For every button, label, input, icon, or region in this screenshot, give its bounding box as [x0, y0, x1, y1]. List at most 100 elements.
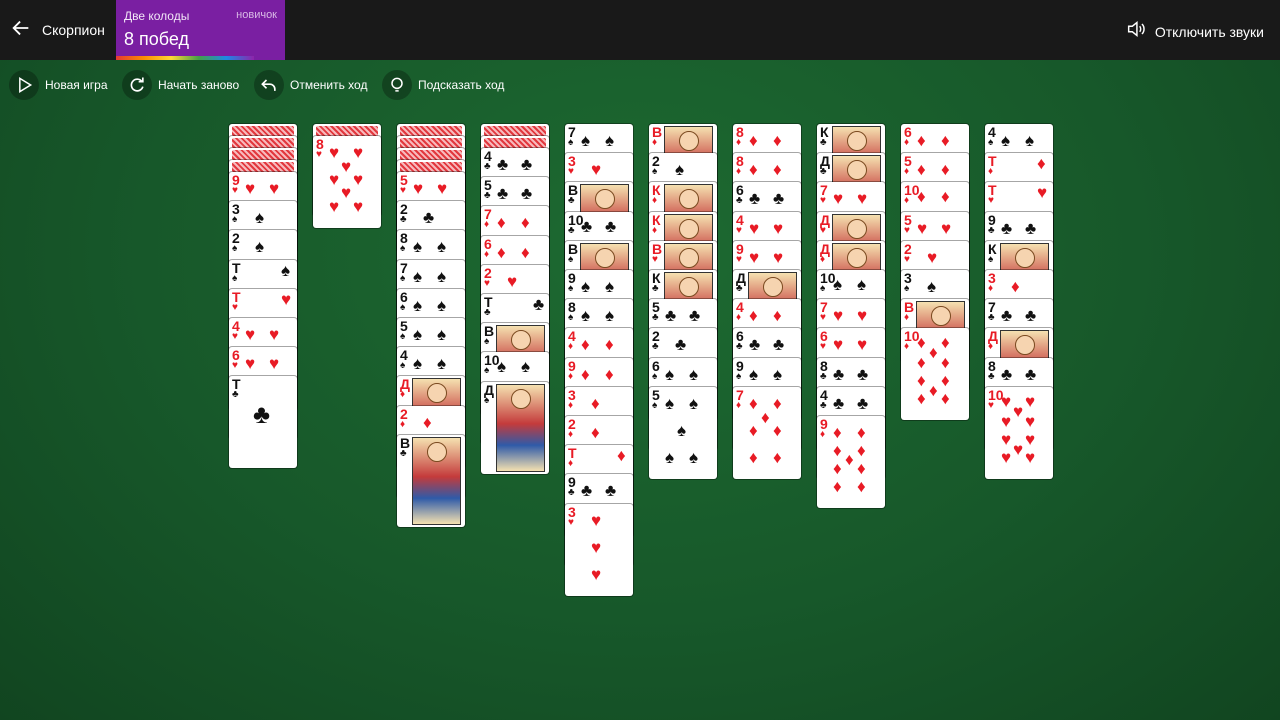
card-suit: ♣: [736, 341, 743, 353]
card-pip: ♦: [773, 131, 782, 150]
card-pip: ♠: [413, 354, 423, 374]
playing-card[interactable]: В ♣: [397, 434, 465, 527]
card-suit: ♥: [820, 341, 826, 353]
card-suit: ♦: [736, 312, 742, 324]
card-suit: ♦: [904, 312, 910, 324]
card-pip: ♥: [1001, 429, 1012, 449]
card-pip: ♦: [929, 381, 938, 401]
card-pip: ♦: [833, 423, 842, 442]
card-pip: ♥: [341, 183, 352, 202]
card-pip: ♦: [581, 364, 590, 384]
card-pip: ♥: [1013, 401, 1024, 421]
card-pip: ♦: [941, 131, 950, 150]
card-pip: ♥: [329, 197, 340, 216]
card-suit: ♠: [568, 137, 574, 148]
card-pip: ♦: [941, 187, 950, 207]
card-pip: ♦: [761, 407, 770, 427]
card-suit: ♥: [820, 195, 826, 207]
card-suit: ♠: [568, 312, 574, 324]
card-pip: ♦: [941, 371, 950, 391]
card-suit: ♠: [484, 365, 490, 377]
playing-card[interactable]: 10 ♦ ♦ ♦ ♦ ♦ ♦ ♦ ♦ ♦ ♦ ♦: [901, 328, 969, 421]
card-pip: ♠: [281, 260, 291, 280]
card-pip: ♠: [1001, 131, 1011, 150]
card-suit: ♦: [568, 429, 574, 440]
card-pip: ♣: [253, 399, 271, 430]
card-suit: ♥: [988, 195, 994, 207]
card-pip: ♣: [605, 216, 617, 236]
card-pip: ♣: [605, 481, 617, 501]
card-pip: ♦: [605, 335, 614, 355]
card-pip: ♥: [1037, 183, 1048, 203]
card-suit: ♥: [736, 253, 742, 265]
card-pip: ♥: [269, 325, 280, 344]
card-pip: ♥: [341, 157, 352, 176]
card-pip: ♦: [917, 353, 926, 373]
card-pip: ♠: [413, 266, 423, 286]
face-card-portrait: [412, 436, 461, 525]
card-pip: ♦: [497, 242, 506, 262]
card-pip: ♦: [749, 393, 758, 413]
card-suit: ♠: [652, 166, 658, 178]
card-pip: ♣: [1025, 364, 1037, 384]
playing-card[interactable]: Т ♣ ♣: [229, 376, 297, 469]
card-pip: ♦: [497, 213, 506, 233]
card-suit: ♣: [820, 399, 827, 411]
card-pip: ♦: [773, 420, 782, 440]
card-suit: ♠: [400, 360, 406, 372]
card-pip: ♥: [591, 510, 602, 530]
card-pip: ♦: [605, 364, 614, 384]
card-pip: ♠: [581, 277, 591, 296]
playing-card[interactable]: 9 ♦ ♦ ♦ ♦ ♦ ♦ ♦ ♦ ♦ ♦: [817, 416, 885, 508]
card-pip: ♥: [833, 306, 844, 326]
card-suit: ♠: [820, 283, 826, 294]
card-pip: ♥: [437, 179, 448, 198]
card-pip: ♥: [1001, 411, 1012, 431]
card-suit: ♠: [232, 243, 238, 255]
card-pip: ♠: [605, 277, 615, 296]
card-pip: ♣: [773, 189, 785, 209]
playing-card[interactable]: Д ♠: [481, 381, 549, 474]
card-suit: ♠: [904, 283, 910, 294]
card-pip: ♠: [749, 364, 759, 384]
card-pip: ♦: [581, 335, 590, 355]
card-suit: ♥: [316, 149, 322, 160]
playing-card[interactable]: 5 ♠ ♠ ♠ ♠ ♠ ♠: [649, 386, 717, 479]
card-suit: ♦: [988, 166, 994, 178]
playing-card[interactable]: 3 ♥ ♥ ♥ ♥: [565, 503, 633, 596]
card-pip: ♥: [281, 289, 292, 309]
card-pip: ♣: [833, 393, 845, 413]
card-pip: ♣: [521, 184, 533, 204]
card-suit: ♠: [400, 272, 406, 284]
card-pip: ♠: [581, 306, 591, 326]
card-suit: ♦: [400, 418, 406, 430]
card-suit: ♦: [400, 389, 406, 401]
card-pip: ♥: [1025, 391, 1036, 411]
card-pip: ♦: [917, 333, 926, 353]
tableau: 9 ♥ ♥ ♥ 3 ♠ ♠ 2 ♠ ♠ Т ♠ ♠ Т ♥ ♥ 4 ♥ ♥ ♥ 6 ♥ ♥ ♥ Т ♣ ♣ 8 ♥ ♥ ♥ ♥ ♥ ♥ ♥ ♥ ♥ 5 ♥ ♥…: [0, 0, 1280, 720]
card-suit: ♥: [904, 224, 910, 236]
card-pip: ♦: [773, 393, 782, 413]
playing-card[interactable]: 8 ♥ ♥ ♥ ♥ ♥ ♥ ♥ ♥ ♥: [313, 136, 381, 228]
card-pip: ♦: [591, 423, 600, 442]
card-pip: ♦: [833, 441, 842, 460]
card-suit: ♥: [652, 253, 658, 265]
card-suit: ♣: [400, 214, 407, 226]
card-pip: ♠: [689, 364, 699, 384]
playing-card[interactable]: 7 ♦ ♦ ♦ ♦ ♦ ♦ ♦ ♦: [733, 386, 801, 479]
card-suit: ♦: [904, 195, 910, 207]
card-pip: ♥: [269, 179, 280, 198]
card-suit: ♥: [232, 185, 238, 196]
card-suit: ♦: [484, 219, 490, 231]
card-pip: ♣: [1025, 218, 1037, 238]
card-suit: ♠: [400, 243, 406, 255]
card-pip: ♠: [413, 325, 423, 344]
card-pip: ♠: [437, 325, 447, 344]
card-suit: ♥: [988, 399, 994, 411]
card-suit: ♦: [904, 341, 910, 353]
card-pip: ♠: [437, 354, 447, 374]
card-pip: ♥: [1025, 447, 1036, 467]
card-pip: ♥: [833, 335, 844, 355]
playing-card[interactable]: 10 ♥ ♥ ♥ ♥ ♥ ♥ ♥ ♥ ♥ ♥ ♥: [985, 386, 1053, 479]
card-pip: ♣: [533, 295, 545, 314]
